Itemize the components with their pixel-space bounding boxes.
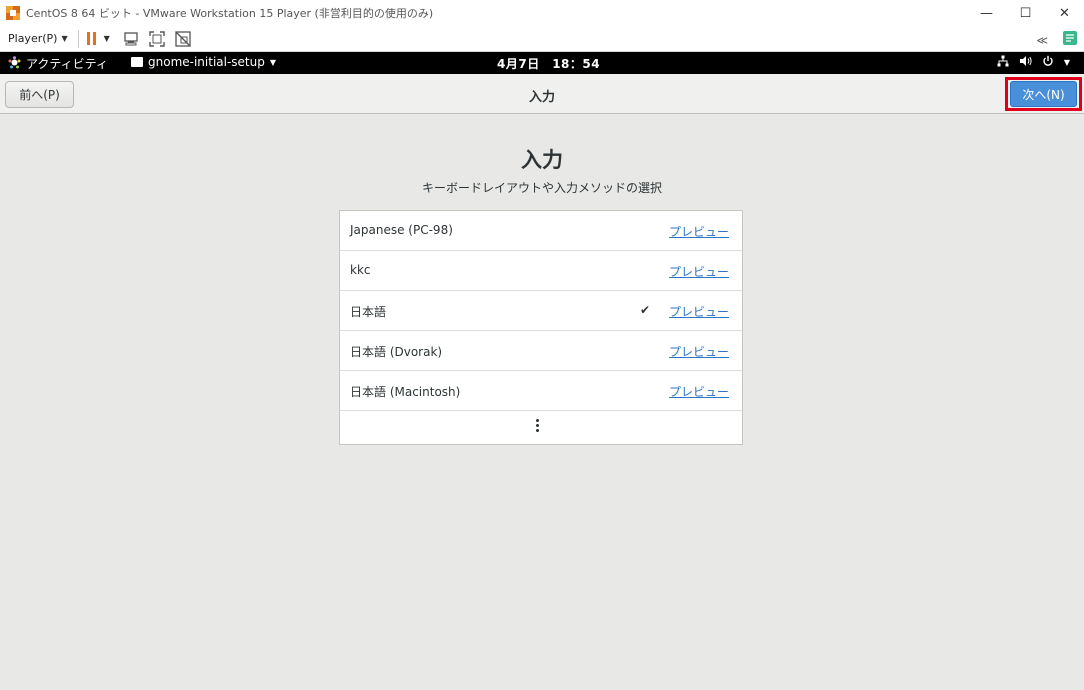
app-menu-label: gnome-initial-setup — [148, 55, 265, 69]
more-options-button[interactable] — [340, 411, 742, 444]
back-arrows-icon[interactable]: ≪ — [1036, 34, 1048, 47]
layout-name: Japanese (PC-98) — [350, 223, 453, 237]
list-item[interactable]: Japanese (PC-98) プレビュー — [340, 211, 742, 251]
layout-name: 日本語 — [350, 305, 387, 319]
preview-link[interactable]: プレビュー — [669, 223, 729, 240]
list-item[interactable]: 日本語 (Macintosh) プレビュー — [340, 371, 742, 411]
next-button[interactable]: 次へ(N) — [1010, 81, 1077, 107]
layout-name: kkc — [350, 263, 371, 277]
page-title: 入力 — [521, 148, 563, 172]
clock[interactable]: 4月7日 18：54 — [497, 55, 600, 72]
main-content: 入力 キーボードレイアウトや入力メソッドの選択 Japanese (PC-98)… — [0, 114, 1084, 690]
preview-link[interactable]: プレビュー — [669, 263, 729, 280]
send-ctrl-alt-del-icon[interactable] — [122, 31, 140, 47]
layout-name: 日本語 (Dvorak) — [350, 345, 443, 359]
page-subtitle: キーボードレイアウトや入力メソッドの選択 — [421, 181, 662, 195]
close-button[interactable]: ✕ — [1045, 0, 1084, 26]
list-item[interactable]: 日本語 (Dvorak) プレビュー — [340, 331, 742, 371]
chevron-down-icon: ▼ — [1063, 58, 1070, 67]
list-item[interactable]: kkc プレビュー — [340, 251, 742, 291]
more-vertical-icon — [536, 419, 539, 432]
minimize-button[interactable]: — — [967, 0, 1006, 26]
unity-icon[interactable] — [174, 30, 192, 47]
network-icon — [997, 55, 1009, 70]
layout-name: 日本語 (Macintosh) — [350, 385, 461, 399]
window-title: CentOS 8 64 ビット - VMware Workstation 15 … — [26, 7, 434, 20]
input-source-list: Japanese (PC-98) プレビュー kkc プレビュー 日本語 ✔ プ… — [339, 210, 743, 445]
gnome-foot-icon — [8, 55, 21, 72]
activities-label: アクティビティ — [26, 57, 108, 71]
pause-icon[interactable] — [86, 32, 96, 45]
header-bar: 前へ(P) 入力 — [0, 74, 1084, 114]
list-item[interactable]: 日本語 ✔ プレビュー — [340, 291, 742, 331]
toolbar-divider — [77, 29, 79, 48]
player-menu-label: Player(P) — [8, 32, 58, 45]
minimize-icon: — — [980, 5, 993, 21]
chevron-down-icon: ▼ — [61, 34, 68, 43]
preview-link[interactable]: プレビュー — [669, 343, 729, 360]
maximize-button[interactable]: ☐ — [1006, 0, 1045, 26]
app-menu[interactable]: gnome-initial-setup ▼ — [131, 55, 276, 69]
power-icon — [1042, 55, 1054, 70]
header-title: 入力 — [528, 90, 555, 105]
system-tray[interactable]: ▼ — [997, 55, 1070, 70]
preview-link[interactable]: プレビュー — [669, 383, 729, 400]
checkmark-icon: ✔ — [640, 303, 651, 317]
gnome-top-bar: アクティビティ gnome-initial-setup ▼ 4月7日 18：54… — [0, 52, 1084, 74]
activities-button[interactable]: アクティビティ — [8, 55, 108, 72]
window-titlebar: CentOS 8 64 ビット - VMware Workstation 15 … — [0, 0, 1084, 26]
chevron-down-icon[interactable]: ▼ — [104, 34, 110, 43]
vmware-logo-icon — [5, 5, 21, 21]
volume-icon — [1019, 55, 1032, 70]
window-icon — [131, 57, 143, 67]
maximize-icon: ☐ — [1019, 5, 1032, 21]
player-menu[interactable]: Player(P) ▼ — [8, 32, 68, 45]
chevron-down-icon: ▼ — [269, 57, 277, 67]
close-icon: ✕ — [1059, 5, 1070, 21]
preview-link[interactable]: プレビュー — [669, 303, 729, 320]
notes-icon[interactable] — [1062, 30, 1078, 50]
fullscreen-icon[interactable] — [148, 30, 166, 47]
vmware-toolbar: Player(P) ▼ ▼ ≪ — [0, 26, 1084, 52]
